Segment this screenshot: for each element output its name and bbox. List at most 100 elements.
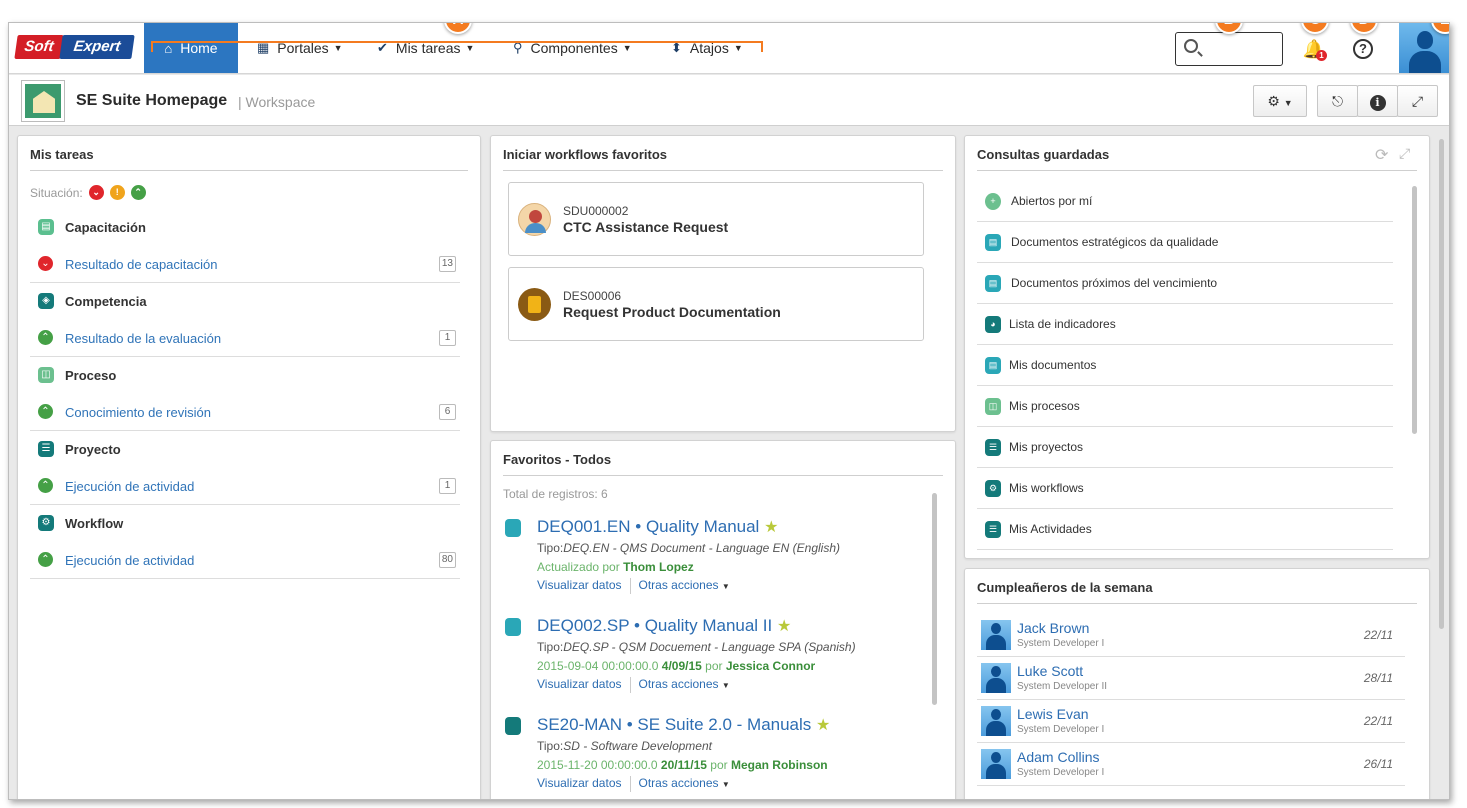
query-item[interactable]: ◕ Lista de indicadores <box>977 304 1393 345</box>
person-name[interactable]: Lewis Evan <box>1017 706 1089 722</box>
star-icon[interactable]: ★ <box>764 519 778 536</box>
search-box[interactable] <box>1175 32 1283 66</box>
presentation-button[interactable]: ⎋ <box>1317 85 1358 117</box>
person-name[interactable]: Luke Scott <box>1017 663 1083 679</box>
query-item[interactable]: ☰ Mis Actividades <box>977 509 1393 550</box>
avatar[interactable] <box>981 749 1011 779</box>
callout-bracket <box>151 41 763 52</box>
task-row[interactable]: ⌃ Resultado de la evaluación 1 <box>30 320 460 357</box>
chevron-down-icon: ▼ <box>721 780 730 789</box>
expand-icon[interactable]: ⤢ <box>1399 145 1410 162</box>
favorite-title[interactable]: SE20-MAN • SE Suite 2.0 - Manuals ★ <box>537 715 830 735</box>
person-role: System Developer I <box>1017 638 1105 649</box>
help-button[interactable]: ? <box>1351 37 1375 61</box>
task-link[interactable]: Ejecución de actividad <box>65 479 194 494</box>
task-group-title: Competencia <box>65 294 147 309</box>
task-link[interactable]: Ejecución de actividad <box>65 553 194 568</box>
refresh-icon[interactable]: ⟳ <box>1375 145 1388 165</box>
fullscreen-button[interactable]: ⤢ <box>1397 85 1438 117</box>
task-group-title: Proceso <box>65 368 117 383</box>
task-link[interactable]: Resultado de la evaluación <box>65 331 221 346</box>
scrollbar[interactable] <box>932 493 937 705</box>
training-icon: ▤ <box>38 219 54 235</box>
task-row[interactable]: ⌄ Resultado de capacitación 13 <box>30 246 460 283</box>
notification-badge: 1 <box>1316 50 1327 61</box>
query-label: Abiertos por mí <box>1011 194 1093 208</box>
favorite-title[interactable]: DEQ002.SP • Quality Manual II ★ <box>537 616 791 636</box>
avatar[interactable] <box>981 620 1011 650</box>
favorite-actions: Visualizar datos Otras acciones ▼ <box>537 578 730 594</box>
query-item[interactable]: ▤ Documentos estratégicos da qualidade <box>977 222 1393 263</box>
task-count: 1 <box>439 330 456 346</box>
task-count: 80 <box>438 552 456 568</box>
person-name[interactable]: Jack Brown <box>1017 620 1089 636</box>
query-label: Mis proyectos <box>1009 440 1084 454</box>
ontime-status-icon: ⌃ <box>38 552 53 567</box>
search-input[interactable] <box>1206 39 1276 59</box>
query-item[interactable]: ⚙ Mis workflows <box>977 468 1393 509</box>
softexpert-logo[interactable]: Soft Expert <box>14 35 135 59</box>
favorite-title[interactable]: DEQ001.EN • Quality Manual ★ <box>537 517 778 537</box>
task-row[interactable]: ⌃ Conocimiento de revisión 6 <box>30 394 460 431</box>
info-icon: i <box>1369 95 1386 111</box>
panel-title: Consultas guardadas <box>977 147 1110 162</box>
query-item[interactable]: ☰ Mis proyectos <box>977 427 1393 468</box>
task-link[interactable]: Conocimiento de revisión <box>65 405 211 420</box>
document-icon: ▤ <box>985 357 1001 374</box>
favorite-type: Tipo:DEQ.EN - QMS Document - Language EN… <box>537 541 841 555</box>
scrollbar[interactable] <box>1412 186 1417 434</box>
task-group-header: ⚙ Workflow <box>30 505 460 542</box>
favorite-updated: 2015-09-04 00:00:00.0 4/09/15 por Jessic… <box>537 659 816 673</box>
task-group-header: ◈ Competencia <box>30 283 460 320</box>
overdue-status-icon[interactable]: ⌄ <box>88 185 104 200</box>
help-icon: ? <box>1353 39 1373 59</box>
view-data-link[interactable]: Visualizar datos <box>537 578 622 594</box>
panel-title: Iniciar workflows favoritos <box>503 147 667 162</box>
view-data-link[interactable]: Visualizar datos <box>537 677 622 693</box>
query-label: Mis workflows <box>1009 481 1084 495</box>
expand-icon: ⤢ <box>1411 93 1424 109</box>
task-group-header: ☰ Proyecto <box>30 431 460 468</box>
workflow-card[interactable]: DES00006 Request Product Documentation <box>508 267 924 341</box>
favorite-actions: Visualizar datos Otras acciones ▼ <box>537 677 730 693</box>
query-item[interactable]: ▤ Documentos próximos del vencimiento <box>977 263 1393 304</box>
chevron-down-icon: ▼ <box>721 582 730 591</box>
query-label: Mis documentos <box>1009 358 1097 372</box>
query-item[interactable]: ▤ Mis documentos <box>977 345 1393 386</box>
birthdays-panel: Cumpleañeros de la semana Jack Brown Sys… <box>964 568 1430 799</box>
workflow-id: SDU000002 <box>563 204 629 218</box>
total-records: Total de registros: 6 <box>503 487 608 501</box>
workflow-card[interactable]: SDU000002 CTC Assistance Request <box>508 182 924 256</box>
gauge-icon: ◕ <box>985 316 1001 333</box>
competency-icon: ◈ <box>38 293 54 309</box>
notifications-button[interactable]: 🔔 1 <box>1302 37 1327 61</box>
person-name[interactable]: Adam Collins <box>1017 749 1099 765</box>
warning-status-icon[interactable]: ! <box>109 185 125 200</box>
avatar[interactable] <box>981 663 1011 693</box>
more-actions-link[interactable]: Otras acciones ▼ <box>639 677 730 693</box>
process-icon: ◫ <box>985 398 1001 415</box>
star-icon[interactable]: ★ <box>777 618 791 635</box>
avatar[interactable] <box>981 706 1011 736</box>
star-icon[interactable]: ★ <box>816 717 830 734</box>
more-actions-link[interactable]: Otras acciones ▼ <box>639 578 730 594</box>
task-link[interactable]: Resultado de capacitación <box>65 257 218 272</box>
view-data-link[interactable]: Visualizar datos <box>537 776 622 792</box>
overdue-status-icon: ⌄ <box>38 256 53 271</box>
query-item[interactable]: ◫ Mis procesos <box>977 386 1393 427</box>
task-row[interactable]: ⌃ Ejecución de actividad 1 <box>30 468 460 505</box>
task-row[interactable]: ⌃ Ejecución de actividad 80 <box>30 542 460 579</box>
search-icon <box>1184 39 1198 53</box>
workflow-icon: ⚙ <box>38 515 54 531</box>
ontime-status-icon[interactable]: ⌃ <box>130 185 146 200</box>
page-scrollbar[interactable] <box>1439 139 1444 629</box>
favorite-item: DEQ002.SP • Quality Manual II ★ Tipo:DEQ… <box>503 612 923 707</box>
app-window: Soft Expert ⌂ Home ▦ Portales ▼ ✔ Mis ta… <box>8 22 1450 800</box>
more-actions-link[interactable]: Otras acciones ▼ <box>639 776 730 792</box>
info-button[interactable]: i <box>1357 85 1398 117</box>
query-item[interactable]: + Abiertos por mí <box>977 181 1393 222</box>
ontime-status-icon: ⌃ <box>38 330 53 345</box>
workflows-panel: Iniciar workflows favoritos SDU000002 CT… <box>490 135 956 432</box>
settings-button[interactable]: ⚙ ▼ <box>1253 85 1307 117</box>
birthday-date: 26/11 <box>1363 757 1393 771</box>
